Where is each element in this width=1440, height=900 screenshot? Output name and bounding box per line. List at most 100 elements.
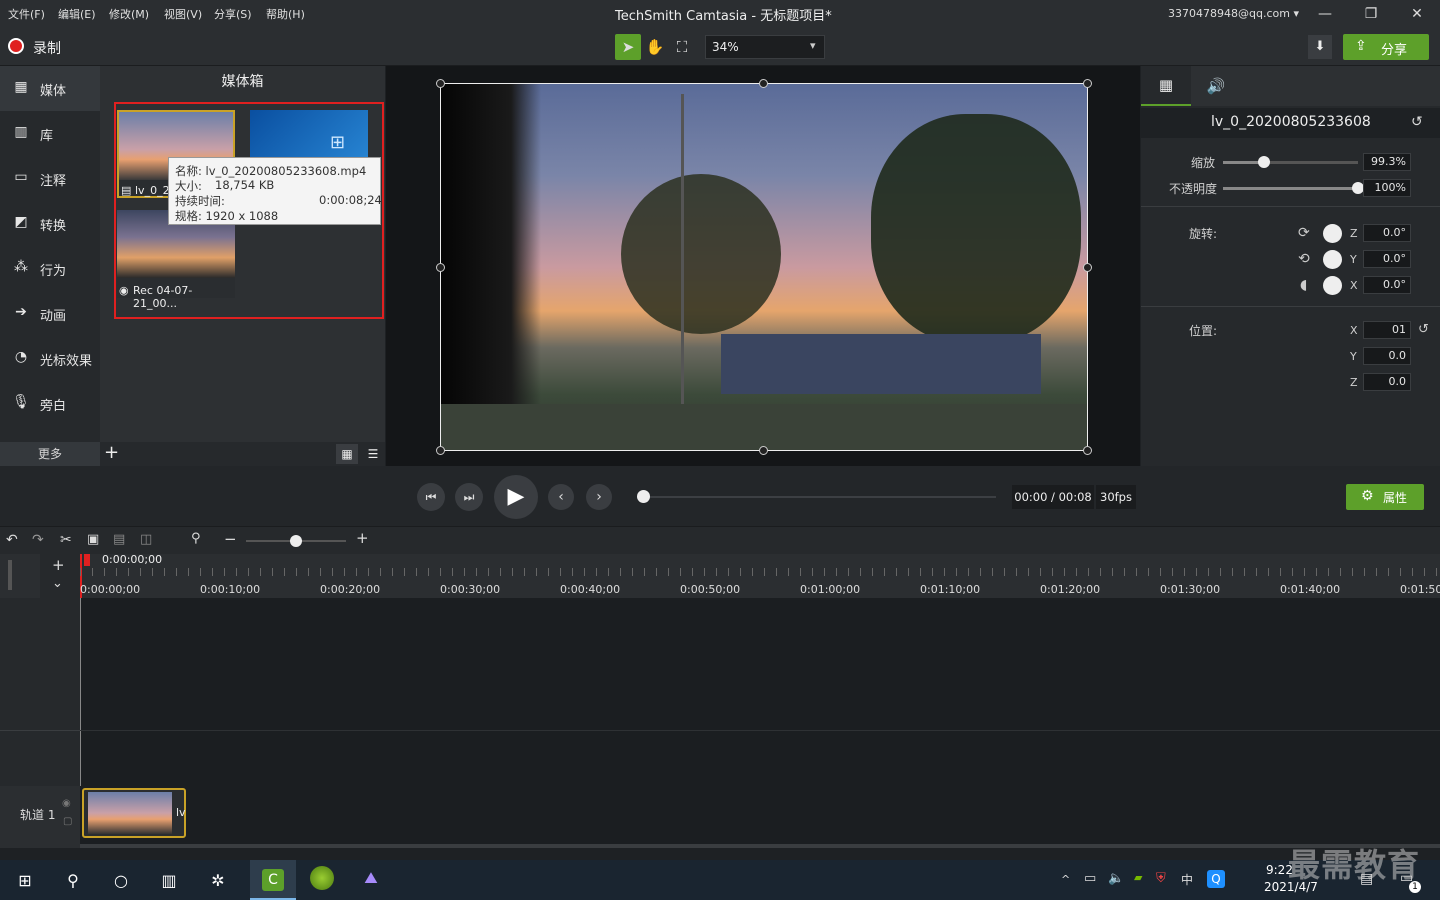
position-z-input[interactable]: 0.0 — [1363, 373, 1411, 391]
play-button[interactable]: ▶ — [494, 475, 538, 519]
resize-handle[interactable] — [1083, 263, 1092, 272]
zoom-select[interactable]: 34% ▾ — [705, 35, 825, 59]
reset-icon[interactable]: ↺ — [1418, 322, 1429, 337]
add-icon[interactable]: + — [104, 442, 119, 464]
zoom-in-icon[interactable]: + — [356, 529, 369, 547]
menu-modify[interactable]: 修改(M) — [109, 6, 149, 22]
app-green-icon[interactable] — [310, 866, 334, 890]
minimize-button[interactable]: — — [1310, 4, 1340, 24]
zoom-out-icon[interactable]: − — [224, 530, 237, 548]
video-canvas[interactable] — [440, 83, 1088, 451]
scrub-thumb[interactable] — [637, 490, 650, 503]
opacity-input[interactable]: 100% — [1363, 179, 1411, 197]
rotation-y-input[interactable]: 0.0° — [1363, 250, 1411, 268]
record-button[interactable]: 录制 — [8, 37, 78, 57]
previous-marker-button[interactable]: ‹ — [548, 484, 574, 510]
redo-icon[interactable]: ↷ — [32, 532, 44, 548]
position-y-input[interactable]: 0.0 — [1363, 347, 1411, 365]
list-view-icon[interactable]: ☰ — [362, 444, 384, 464]
opacity-slider[interactable] — [1223, 182, 1364, 194]
timeline-clip[interactable]: lv — [82, 788, 186, 838]
sidebar-item-media[interactable]: ▦ 媒体 — [0, 66, 100, 111]
paste-icon[interactable]: ▤ — [113, 532, 125, 547]
menu-file[interactable]: 文件(F) — [8, 6, 45, 22]
cut-icon[interactable]: ✂ — [60, 532, 72, 548]
menu-help[interactable]: 帮助(H) — [266, 6, 305, 22]
share-button[interactable]: ⇪ 分享 — [1343, 34, 1429, 60]
resize-handle[interactable] — [1083, 446, 1092, 455]
crop-tool-button[interactable]: ⛶ — [669, 34, 695, 60]
rotation-x-input[interactable]: 0.0° — [1363, 276, 1411, 294]
network-icon[interactable]: ▭ — [1084, 871, 1096, 886]
resize-handle[interactable] — [759, 79, 768, 88]
horizontal-scrollbar[interactable] — [80, 844, 1440, 848]
resize-handle[interactable] — [436, 263, 445, 272]
search-icon[interactable]: ⚲ — [62, 870, 84, 892]
app-pinwheel-icon[interactable]: ✲ — [207, 870, 229, 892]
resize-handle[interactable] — [1083, 79, 1092, 88]
start-icon[interactable]: ⊞ — [14, 870, 36, 892]
sidebar-item-transitions[interactable]: ◩ 转换 — [0, 201, 100, 246]
sidebar-item-behaviors[interactable]: ⁂ 行为 — [0, 246, 100, 291]
scale-input[interactable]: 99.3% — [1363, 153, 1411, 171]
lock-icon[interactable]: ▢ — [63, 816, 72, 827]
resize-handle[interactable] — [436, 79, 445, 88]
reset-icon[interactable]: ↺ — [1411, 114, 1423, 130]
camtasia-taskbar-button[interactable]: C — [250, 860, 296, 900]
track-options[interactable] — [0, 554, 40, 598]
chevron-down-icon[interactable]: ⌄ — [52, 576, 63, 591]
play-icon: ▶ — [507, 484, 525, 509]
maximize-button[interactable]: ❐ — [1356, 4, 1386, 24]
sidebar-item-annotations[interactable]: ▭ 注释 — [0, 156, 100, 201]
timeline-zoom-slider[interactable] — [246, 535, 346, 547]
more-button[interactable]: 更多 — [0, 442, 100, 466]
menu-share[interactable]: 分享(S) — [214, 6, 252, 22]
ime-indicator[interactable]: 中 — [1181, 871, 1193, 888]
select-tool-button[interactable]: ➤ — [615, 34, 641, 60]
copy-icon[interactable]: ▣ — [87, 532, 99, 547]
chevron-up-icon[interactable]: ^ — [1061, 873, 1070, 886]
download-button[interactable]: ⬇ — [1308, 35, 1332, 59]
rotate-y-dial[interactable] — [1323, 250, 1342, 269]
scale-slider-thumb[interactable] — [1258, 156, 1270, 168]
volume-icon[interactable]: 🔈 — [1108, 871, 1124, 886]
position-x-input[interactable]: 01 — [1363, 321, 1411, 339]
pan-tool-button[interactable]: ✋ — [642, 34, 668, 60]
task-view-icon[interactable]: ▥ — [158, 870, 180, 892]
timeline-zoom-thumb[interactable] — [290, 535, 302, 547]
visual-properties-tab[interactable]: ▦ — [1141, 66, 1191, 106]
eye-icon[interactable]: ◉ — [62, 798, 71, 809]
resize-handle[interactable] — [436, 446, 445, 455]
scale-slider[interactable] — [1223, 156, 1358, 168]
nvidia-icon[interactable]: ▰ — [1134, 871, 1142, 884]
step-forward-button[interactable]: ⏭ — [455, 483, 483, 511]
playhead-marker[interactable] — [84, 554, 90, 566]
rotate-x-dial[interactable] — [1323, 276, 1342, 295]
step-back-button[interactable]: ⏮ — [417, 483, 445, 511]
menu-view[interactable]: 视图(V) — [164, 6, 202, 22]
scrub-bar[interactable] — [637, 490, 996, 503]
rotate-z-dial[interactable] — [1323, 224, 1342, 243]
next-marker-button[interactable]: › — [586, 484, 612, 510]
close-button[interactable]: ✕ — [1402, 4, 1432, 24]
rotation-z-input[interactable]: 0.0° — [1363, 224, 1411, 242]
properties-button[interactable]: ⚙ 属性 — [1346, 484, 1424, 510]
qq-icon[interactable]: Q — [1207, 870, 1225, 888]
app-mountain-icon[interactable]: ⛰ — [359, 868, 383, 888]
sidebar-item-narration[interactable]: 🎙 旁白 — [0, 381, 100, 426]
add-track-icon[interactable]: + — [52, 556, 65, 574]
sidebar-item-library[interactable]: ▥ 库 — [0, 111, 100, 156]
account-menu[interactable]: 3370478948@qq.com ▾ — [1168, 7, 1299, 20]
menu-edit[interactable]: 编辑(E) — [58, 6, 96, 22]
timeline-ruler[interactable]: 0:00:00;00 0:00:00;00 0:00:10;00 0:00:20… — [80, 553, 1440, 598]
sidebar-item-cursor-effects[interactable]: ◔ 光标效果 — [0, 336, 100, 381]
audio-properties-tab[interactable]: 🔊 — [1191, 66, 1241, 106]
grid-view-icon[interactable]: ▦ — [336, 444, 358, 464]
cortana-icon[interactable]: ○ — [110, 870, 132, 892]
shield-icon[interactable]: ⛨ — [1156, 871, 1166, 886]
split-icon[interactable]: ◫ — [140, 532, 152, 547]
sidebar-item-animations[interactable]: ➔ 动画 — [0, 291, 100, 336]
search-icon[interactable]: ⚲ — [191, 531, 201, 546]
undo-icon[interactable]: ↶ — [6, 532, 18, 548]
resize-handle[interactable] — [759, 446, 768, 455]
